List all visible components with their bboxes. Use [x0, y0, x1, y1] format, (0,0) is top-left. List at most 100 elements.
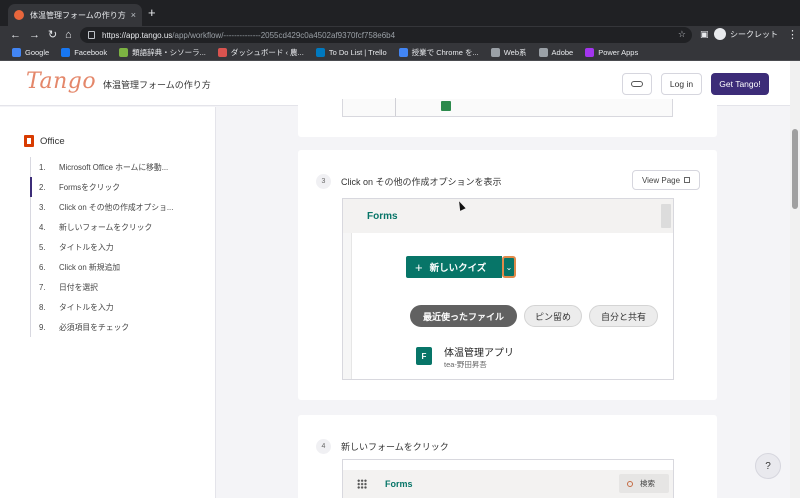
bookmark-item[interactable]: Google [12, 47, 50, 57]
browser-toolbar: ← → ↻ ⌂ https://app.tango.us/app/workflo… [0, 26, 800, 44]
sidebar-step-number: 6. [39, 262, 46, 272]
sidebar-step-label: Click on 新規追加 [59, 262, 121, 272]
step-number: 3 [316, 174, 331, 189]
bookmark-item[interactable]: Power Apps [585, 47, 638, 57]
bookmark-item[interactable]: 授業で Chrome を... [398, 47, 479, 58]
bookmark-item[interactable]: Adobe [538, 47, 574, 57]
forms-left-rail [343, 233, 352, 379]
tango-logo[interactable]: Tango [26, 69, 96, 94]
sidebar-step-2[interactable]: 2. Formsをクリック [30, 177, 190, 197]
sidebar-step-1[interactable]: 1. Microsoft Office ホームに移動... [31, 157, 190, 177]
scrollbar-thumb[interactable] [792, 129, 798, 209]
forms-app-title: Forms [385, 479, 413, 489]
trello-icon [315, 47, 325, 57]
browser-tab[interactable]: 体温管理フォームの作り方 × [8, 4, 142, 26]
forms-header: Forms [343, 199, 673, 233]
sidebar-title: Office [40, 135, 65, 147]
profile-button[interactable]: シークレット [714, 28, 778, 40]
sidebar-step-9[interactable]: 9. 必須項目をチェック [31, 317, 190, 337]
bookmark-label: 授業で Chrome を... [411, 47, 479, 57]
bookmark-label: ダッシュボード ‹ 農... [230, 47, 304, 57]
back-button[interactable]: ← [10, 28, 21, 42]
sidebar-step-label: Microsoft Office ホームに移動... [59, 162, 169, 172]
lock-icon [88, 31, 95, 39]
steps-sidebar: Office 1. Microsoft Office ホームに移動... 2. For… [0, 107, 216, 498]
tab-close-icon[interactable]: × [131, 10, 136, 20]
sidebar-step-8[interactable]: 8. タイトルを入力 [31, 297, 190, 317]
bookmark-item[interactable]: ダッシュボード ‹ 農... [217, 47, 304, 58]
reload-button[interactable]: ↻ [48, 28, 57, 42]
address-bar[interactable]: https://app.tango.us/app/workflow/------… [80, 27, 692, 43]
incognito-icon [714, 28, 726, 40]
sidebar-step-number: 4. [39, 222, 46, 232]
app-launcher-icon[interactable] [357, 479, 367, 489]
sidebar-step-number: 7. [39, 282, 46, 292]
bookmark-label: 類語辞典・シソーラ... [132, 47, 206, 57]
bookmark-item[interactable]: 類語辞典・シソーラ... [119, 47, 206, 58]
folder-icon [538, 47, 548, 57]
plus-icon: + [415, 259, 423, 275]
sidebar-step-label: 日付を選択 [59, 282, 98, 292]
google-icon [398, 47, 408, 57]
step-card-4: 4 新しいフォームをクリック Forms 検索 [298, 415, 717, 498]
forms-scrollbar [661, 204, 671, 228]
office-icon [24, 135, 34, 147]
menu-icon[interactable]: ⋮ [787, 28, 798, 41]
step-header: 3 Click on その他の作成オプションを表示 [316, 174, 502, 189]
view-page-label: View Page [641, 175, 681, 185]
filter-recent[interactable]: 最近使ったファイル [410, 305, 517, 327]
sidebar-step-4[interactable]: 4. 新しいフォームをクリック [31, 217, 190, 237]
star-icon[interactable]: ☆ [678, 29, 686, 40]
google-icon [12, 47, 21, 57]
sidebar-step-label: Formsをクリック [59, 182, 121, 192]
sidebar-step-number: 2. [39, 182, 46, 192]
new-quiz-button[interactable]: + 新しいクイズ [406, 256, 502, 278]
workflow-content: 3 Click on その他の作成オプションを表示 View Page Form… [217, 98, 788, 498]
mouse-cursor-icon [456, 200, 466, 211]
new-tab-button[interactable]: + [148, 6, 156, 20]
bookmark-label: Google [25, 47, 50, 57]
sidebar-step-5[interactable]: 5. タイトルを入力 [31, 237, 190, 257]
bookmark-item[interactable]: Web系 [490, 47, 527, 58]
bookmark-label: Adobe [551, 47, 574, 57]
forms-file-icon: F [416, 347, 432, 365]
bookmark-item[interactable]: To Do List | Trello [315, 47, 387, 57]
folder-icon [490, 47, 500, 57]
facebook-icon [61, 47, 71, 57]
browser-tab-bar: 体温管理フォームの作り方 × + [0, 0, 800, 26]
sidebar-header: Office [24, 135, 65, 147]
view-page-button[interactable]: View Page [632, 170, 700, 190]
new-quiz-label: 新しいクイズ [429, 263, 487, 274]
sidebar-icon[interactable]: ▣ [700, 29, 709, 40]
bookmark-item[interactable]: Facebook [61, 47, 107, 57]
sidebar-step-3[interactable]: 3. Click on その他の作成オプショ... [31, 197, 190, 217]
step-header: 4 新しいフォームをクリック [316, 439, 449, 454]
file-name[interactable]: 体温管理アプリ [444, 344, 514, 359]
sidebar-step-6[interactable]: 6. Click on 新規追加 [31, 257, 190, 277]
wordpress-icon [217, 47, 227, 57]
filter-shared[interactable]: 自分と共有 [589, 305, 658, 327]
get-tango-button[interactable]: Get Tango! [711, 73, 769, 95]
copy-link-button[interactable] [622, 73, 652, 95]
step-instruction: 新しいフォームをクリック [341, 442, 449, 452]
filter-pinned[interactable]: ピン留め [524, 305, 582, 327]
bookmarks-bar: Google Facebook 類語辞典・シソーラ... ダッシュボード ‹ 農...… [0, 44, 800, 61]
step-number: 4 [316, 439, 331, 454]
help-button[interactable]: ? [755, 453, 781, 479]
login-button[interactable]: Log in [661, 73, 702, 95]
forms-app-title: Forms [367, 211, 398, 222]
page-title: 体温管理フォームの作り方 [103, 80, 211, 90]
page-scrollbar[interactable] [790, 61, 800, 498]
file-owner: tea-野田昇吾 [444, 360, 487, 369]
forward-button[interactable]: → [29, 28, 40, 42]
home-button[interactable]: ⌂ [65, 28, 72, 42]
sidebar-step-list: 1. Microsoft Office ホームに移動... 2. Formsをクリック… [30, 157, 190, 337]
more-options-dropdown[interactable]: ⌄ [502, 256, 516, 278]
sidebar-step-number: 9. [39, 322, 46, 332]
sidebar-step-number: 3. [39, 202, 46, 212]
sidebar-step-number: 8. [39, 302, 46, 312]
step-card-previous [298, 98, 717, 137]
step-screenshot: Forms 検索 [342, 459, 674, 498]
sidebar-step-7[interactable]: 7. 日付を選択 [31, 277, 190, 297]
search-box[interactable]: 検索 [619, 474, 669, 493]
